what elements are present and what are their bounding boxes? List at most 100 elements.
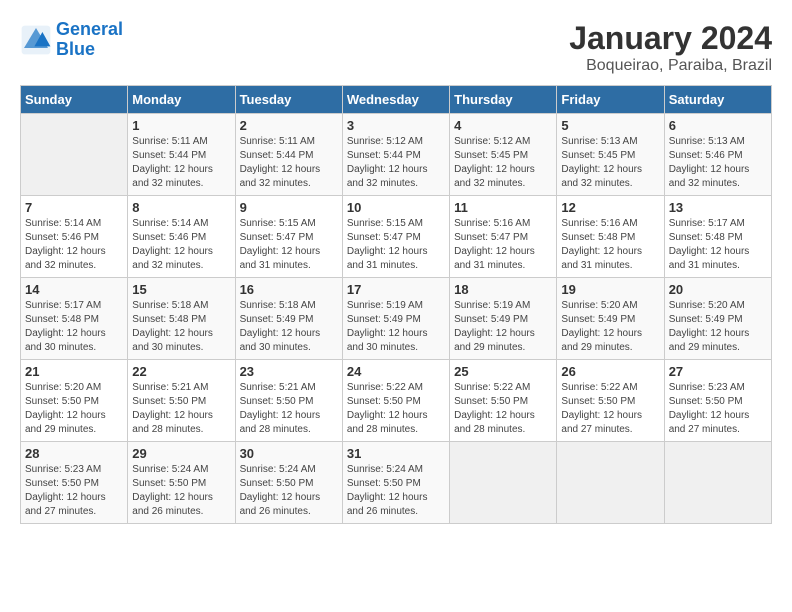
calendar-cell <box>450 442 557 524</box>
day-number: 7 <box>25 200 123 215</box>
day-info: Sunrise: 5:20 AM Sunset: 5:49 PM Dayligh… <box>669 299 767 355</box>
day-number: 3 <box>347 118 445 133</box>
day-number: 16 <box>240 282 338 297</box>
calendar-week-row: 7 Sunrise: 5:14 AM Sunset: 5:46 PM Daylig… <box>21 196 772 278</box>
calendar-cell: 16 Sunrise: 5:18 AM Sunset: 5:49 PM Dayli… <box>235 278 342 360</box>
calendar-week-row: 21 Sunrise: 5:20 AM Sunset: 5:50 PM Dayli… <box>21 360 772 442</box>
day-number: 28 <box>25 446 123 461</box>
day-info: Sunrise: 5:24 AM Sunset: 5:50 PM Dayligh… <box>132 463 230 519</box>
day-number: 2 <box>240 118 338 133</box>
day-number: 15 <box>132 282 230 297</box>
logo-line1: General <box>56 19 123 39</box>
calendar-cell: 11Sunrise: 5:16 AM Sunset: 5:47 PM Dayli… <box>450 196 557 278</box>
calendar-cell <box>21 114 128 196</box>
calendar-cell: 14 Sunrise: 5:17 AM Sunset: 5:48 PM Dayli… <box>21 278 128 360</box>
calendar-cell: 25 Sunrise: 5:22 AM Sunset: 5:50 PM Dayli… <box>450 360 557 442</box>
calendar-cell: 26 Sunrise: 5:22 AM Sunset: 5:50 PM Dayli… <box>557 360 664 442</box>
calendar-cell: 24 Sunrise: 5:22 AM Sunset: 5:50 PM Dayli… <box>342 360 449 442</box>
calendar-cell: 29 Sunrise: 5:24 AM Sunset: 5:50 PM Dayli… <box>128 442 235 524</box>
calendar-cell: 9Sunrise: 5:15 AM Sunset: 5:47 PM Daylig… <box>235 196 342 278</box>
calendar-cell: 20 Sunrise: 5:20 AM Sunset: 5:49 PM Dayli… <box>664 278 771 360</box>
calendar-week-row: 1 Sunrise: 5:11 AM Sunset: 5:44 PM Daylig… <box>21 114 772 196</box>
day-info: Sunrise: 5:17 AM Sunset: 5:48 PM Dayligh… <box>25 299 123 355</box>
calendar-cell: 12Sunrise: 5:16 AM Sunset: 5:48 PM Dayli… <box>557 196 664 278</box>
logo-line2: Blue <box>56 39 95 59</box>
day-info: Sunrise: 5:24 AM Sunset: 5:50 PM Dayligh… <box>347 463 445 519</box>
calendar-cell: 23 Sunrise: 5:21 AM Sunset: 5:50 PM Dayli… <box>235 360 342 442</box>
page-header: General Blue January 2024 Boqueirao, Par… <box>20 20 772 75</box>
calendar-cell: 22 Sunrise: 5:21 AM Sunset: 5:50 PM Dayli… <box>128 360 235 442</box>
day-info: Sunrise: 5:11 AM Sunset: 5:44 PM Dayligh… <box>132 135 230 191</box>
day-info: Sunrise: 5:21 AM Sunset: 5:50 PM Dayligh… <box>240 381 338 437</box>
day-info: Sunrise: 5:21 AM Sunset: 5:50 PM Dayligh… <box>132 381 230 437</box>
day-number: 25 <box>454 364 552 379</box>
header-friday: Friday <box>557 86 664 114</box>
day-number: 13 <box>669 200 767 215</box>
calendar-cell: 17 Sunrise: 5:19 AM Sunset: 5:49 PM Dayli… <box>342 278 449 360</box>
calendar-cell: 5Sunrise: 5:13 AM Sunset: 5:45 PM Daylig… <box>557 114 664 196</box>
header-wednesday: Wednesday <box>342 86 449 114</box>
title-area: January 2024 Boqueirao, Paraiba, Brazil <box>569 20 772 75</box>
calendar-cell: 21 Sunrise: 5:20 AM Sunset: 5:50 PM Dayli… <box>21 360 128 442</box>
day-number: 14 <box>25 282 123 297</box>
day-number: 31 <box>347 446 445 461</box>
calendar-cell <box>557 442 664 524</box>
day-number: 4 <box>454 118 552 133</box>
day-info: Sunrise: 5:20 AM Sunset: 5:50 PM Dayligh… <box>25 381 123 437</box>
logo-text: General Blue <box>56 20 123 60</box>
day-info: Sunrise: 5:11 AM Sunset: 5:44 PM Dayligh… <box>240 135 338 191</box>
logo: General Blue <box>20 20 123 60</box>
day-number: 30 <box>240 446 338 461</box>
calendar-cell: 10Sunrise: 5:15 AM Sunset: 5:47 PM Dayli… <box>342 196 449 278</box>
day-info: Sunrise: 5:22 AM Sunset: 5:50 PM Dayligh… <box>454 381 552 437</box>
day-info: Sunrise: 5:14 AM Sunset: 5:46 PM Dayligh… <box>25 217 123 273</box>
calendar-cell: 3 Sunrise: 5:12 AM Sunset: 5:44 PM Daylig… <box>342 114 449 196</box>
day-info: Sunrise: 5:17 AM Sunset: 5:48 PM Dayligh… <box>669 217 767 273</box>
calendar-cell: 4 Sunrise: 5:12 AM Sunset: 5:45 PM Daylig… <box>450 114 557 196</box>
calendar-week-row: 28 Sunrise: 5:23 AM Sunset: 5:50 PM Dayli… <box>21 442 772 524</box>
day-number: 27 <box>669 364 767 379</box>
day-info: Sunrise: 5:12 AM Sunset: 5:45 PM Dayligh… <box>454 135 552 191</box>
calendar-cell: 19Sunrise: 5:20 AM Sunset: 5:49 PM Dayli… <box>557 278 664 360</box>
day-info: Sunrise: 5:22 AM Sunset: 5:50 PM Dayligh… <box>347 381 445 437</box>
day-number: 20 <box>669 282 767 297</box>
day-info: Sunrise: 5:24 AM Sunset: 5:50 PM Dayligh… <box>240 463 338 519</box>
day-number: 6 <box>669 118 767 133</box>
day-number: 24 <box>347 364 445 379</box>
day-info: Sunrise: 5:15 AM Sunset: 5:47 PM Dayligh… <box>347 217 445 273</box>
header-monday: Monday <box>128 86 235 114</box>
calendar-table: SundayMondayTuesdayWednesdayThursdayFrid… <box>20 85 772 524</box>
day-number: 1 <box>132 118 230 133</box>
day-info: Sunrise: 5:23 AM Sunset: 5:50 PM Dayligh… <box>25 463 123 519</box>
calendar-cell: 31 Sunrise: 5:24 AM Sunset: 5:50 PM Dayli… <box>342 442 449 524</box>
day-number: 21 <box>25 364 123 379</box>
day-number: 17 <box>347 282 445 297</box>
day-number: 18 <box>454 282 552 297</box>
logo-icon <box>20 24 52 56</box>
calendar-cell: 28 Sunrise: 5:23 AM Sunset: 5:50 PM Dayli… <box>21 442 128 524</box>
calendar-header-row: SundayMondayTuesdayWednesdayThursdayFrid… <box>21 86 772 114</box>
calendar-cell: 18 Sunrise: 5:19 AM Sunset: 5:49 PM Dayli… <box>450 278 557 360</box>
day-info: Sunrise: 5:22 AM Sunset: 5:50 PM Dayligh… <box>561 381 659 437</box>
calendar-cell: 2 Sunrise: 5:11 AM Sunset: 5:44 PM Daylig… <box>235 114 342 196</box>
calendar-cell: 6Sunrise: 5:13 AM Sunset: 5:46 PM Daylig… <box>664 114 771 196</box>
day-info: Sunrise: 5:16 AM Sunset: 5:47 PM Dayligh… <box>454 217 552 273</box>
day-number: 29 <box>132 446 230 461</box>
page-title: January 2024 <box>569 20 772 57</box>
day-info: Sunrise: 5:19 AM Sunset: 5:49 PM Dayligh… <box>454 299 552 355</box>
day-info: Sunrise: 5:18 AM Sunset: 5:49 PM Dayligh… <box>240 299 338 355</box>
day-info: Sunrise: 5:19 AM Sunset: 5:49 PM Dayligh… <box>347 299 445 355</box>
day-number: 5 <box>561 118 659 133</box>
day-number: 26 <box>561 364 659 379</box>
day-info: Sunrise: 5:12 AM Sunset: 5:44 PM Dayligh… <box>347 135 445 191</box>
header-tuesday: Tuesday <box>235 86 342 114</box>
header-sunday: Sunday <box>21 86 128 114</box>
day-number: 22 <box>132 364 230 379</box>
calendar-cell: 1 Sunrise: 5:11 AM Sunset: 5:44 PM Daylig… <box>128 114 235 196</box>
day-number: 23 <box>240 364 338 379</box>
calendar-cell: 8Sunrise: 5:14 AM Sunset: 5:46 PM Daylig… <box>128 196 235 278</box>
page-subtitle: Boqueirao, Paraiba, Brazil <box>569 57 772 75</box>
day-number: 12 <box>561 200 659 215</box>
calendar-week-row: 14 Sunrise: 5:17 AM Sunset: 5:48 PM Dayli… <box>21 278 772 360</box>
day-info: Sunrise: 5:15 AM Sunset: 5:47 PM Dayligh… <box>240 217 338 273</box>
